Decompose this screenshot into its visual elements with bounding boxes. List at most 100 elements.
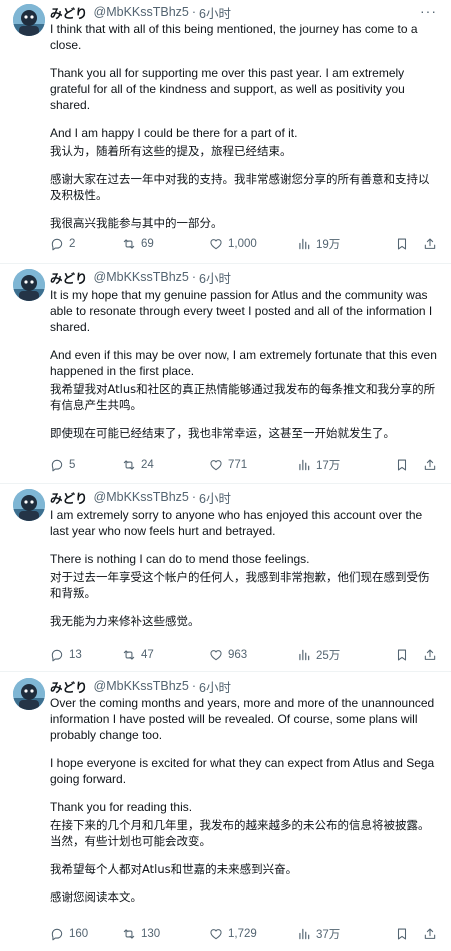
post-time[interactable]: 6小时 [199, 3, 231, 22]
translation-paragraph: 我无能为力来修补这些感觉。 [50, 614, 200, 628]
translation-paragraph: 在接下来的几个月和几年里，我发布的越来越多的未公布的信息将被披露。当然，有些计划… [50, 818, 430, 848]
post-header: みどり @MbKKssTBhz5 · 6小时 [50, 677, 437, 695]
bar-chart-icon [299, 928, 310, 940]
repost-arrows-icon [123, 929, 135, 939]
separator-dot: · [191, 5, 197, 19]
author-name[interactable]: みどり [50, 268, 88, 287]
author-name[interactable]: みどり [50, 488, 88, 507]
post[interactable]: みどり @MbKKssTBhz5 · 6小时 ··· I think that … [0, 0, 451, 264]
action-bar: 13 47 963 25万 [50, 646, 437, 664]
post-time[interactable]: 6小时 [199, 268, 231, 287]
bar-chart-icon [299, 649, 310, 661]
post-paragraph: Over the coming months and years, more a… [50, 696, 435, 742]
avatar[interactable] [13, 489, 45, 521]
share-button[interactable] [423, 927, 437, 941]
bar-chart-icon [299, 459, 310, 471]
post-paragraph: Thank you all for supporting me over thi… [50, 66, 405, 112]
reply-button[interactable]: 13 [50, 648, 122, 662]
translation-paragraph: 我希望我对Atlus和社区的真正热情能够通过我发布的每条推文和我分享的所有信息产… [50, 382, 436, 412]
share-button[interactable] [423, 648, 437, 662]
share-button[interactable] [423, 237, 437, 251]
bookmark-button[interactable] [395, 927, 409, 941]
post-paragraph: Thank you for reading this. [50, 800, 193, 814]
view-count: 37万 [316, 929, 341, 941]
author-name[interactable]: みどり [50, 3, 88, 22]
translation-paragraph: 我希望每个人都对Atlus和世嘉的未来感到兴奋。 [50, 862, 298, 876]
bookmark-icon [397, 238, 407, 250]
post-header: みどり @MbKKssTBhz5 · 6小时 [50, 268, 437, 286]
separator-dot: · [191, 270, 197, 284]
repost-button[interactable]: 47 [122, 648, 209, 662]
repost-button[interactable]: 24 [122, 458, 209, 472]
translation-paragraph: 感谢您阅读本文。 [50, 890, 142, 904]
like-button[interactable]: 1,729 [209, 927, 297, 941]
repost-button[interactable]: 130 [122, 927, 209, 941]
like-button[interactable]: 771 [209, 458, 297, 472]
reply-count: 5 [69, 459, 76, 471]
bookmark-icon [397, 928, 407, 940]
post-paragraph: I hope everyone is excited for what they… [50, 756, 435, 786]
post-paragraph: There is nothing I can do to mend those … [50, 552, 310, 566]
post[interactable]: みどり @MbKKssTBhz5 · 6小时 It is my hope tha… [0, 264, 451, 484]
like-count: 1,000 [228, 238, 257, 250]
bookmark-button[interactable] [395, 648, 409, 662]
reply-count: 160 [69, 928, 89, 940]
view-count: 25万 [316, 650, 341, 662]
like-button[interactable]: 963 [209, 648, 297, 662]
avatar-image [13, 678, 45, 710]
post-paragraph: And even if this may be over now, I am e… [50, 348, 437, 378]
post-paragraph: And I am happy I could be there for a pa… [50, 126, 298, 140]
avatar[interactable] [13, 678, 45, 710]
post-time[interactable]: 6小时 [199, 488, 231, 507]
avatar[interactable] [13, 4, 45, 36]
avatar-image [13, 4, 45, 36]
avatar-image [13, 269, 45, 301]
heart-icon [210, 929, 222, 940]
views-button[interactable]: 37万 [297, 926, 387, 942]
post[interactable]: みどり @MbKKssTBhz5 · 6小时 I am extremely so… [0, 484, 451, 672]
repost-arrows-icon [123, 650, 135, 660]
reply-count: 2 [69, 238, 76, 250]
views-button[interactable]: 17万 [297, 457, 387, 473]
repost-count: 130 [141, 928, 161, 940]
post[interactable]: みどり @MbKKssTBhz5 · 6小时 Over the coming m… [0, 672, 451, 951]
author-name[interactable]: みどり [50, 677, 88, 696]
reply-button[interactable]: 5 [50, 458, 122, 472]
reply-button[interactable]: 160 [50, 927, 122, 941]
translation-paragraph: 即使现在可能已经结束了，我也非常幸运，这甚至一开始就发生了。 [50, 426, 395, 440]
bookmark-button[interactable] [395, 237, 409, 251]
more-dots-icon[interactable]: ··· [420, 3, 437, 19]
repost-count: 69 [141, 238, 154, 250]
speech-bubble-icon [51, 928, 63, 941]
author-handle[interactable]: @MbKKssTBhz5 [94, 679, 189, 693]
share-button[interactable] [423, 458, 437, 472]
author-handle[interactable]: @MbKKssTBhz5 [94, 270, 189, 284]
like-button[interactable]: 1,000 [209, 237, 297, 251]
translation-paragraph: 我认为，随着所有这些的提及，旅程已经结束。 [50, 144, 292, 158]
separator-dot: · [191, 679, 197, 693]
avatar[interactable] [13, 269, 45, 301]
post-paragraph: I think that with all of this being ment… [50, 22, 418, 52]
post-text: I am extremely sorry to anyone who has e… [50, 507, 437, 629]
reply-button[interactable]: 2 [50, 237, 122, 251]
post-header: みどり @MbKKssTBhz5 · 6小时 ··· [50, 3, 437, 21]
like-count: 771 [228, 459, 248, 471]
view-count: 19万 [316, 239, 341, 251]
author-handle[interactable]: @MbKKssTBhz5 [94, 490, 189, 504]
repost-count: 47 [141, 649, 154, 661]
avatar-image [13, 489, 45, 521]
bar-chart-icon [299, 238, 310, 250]
view-count: 17万 [316, 460, 341, 472]
separator-dot: · [191, 490, 197, 504]
post-time[interactable]: 6小时 [199, 677, 231, 696]
views-button[interactable]: 19万 [297, 236, 387, 252]
repost-count: 24 [141, 459, 154, 471]
like-count: 1,729 [228, 928, 257, 940]
views-button[interactable]: 25万 [297, 647, 387, 663]
share-upload-icon [424, 238, 436, 249]
bookmark-button[interactable] [395, 458, 409, 472]
like-count: 963 [228, 649, 248, 661]
heart-icon [210, 239, 222, 250]
author-handle[interactable]: @MbKKssTBhz5 [94, 5, 189, 19]
repost-button[interactable]: 69 [122, 237, 209, 251]
